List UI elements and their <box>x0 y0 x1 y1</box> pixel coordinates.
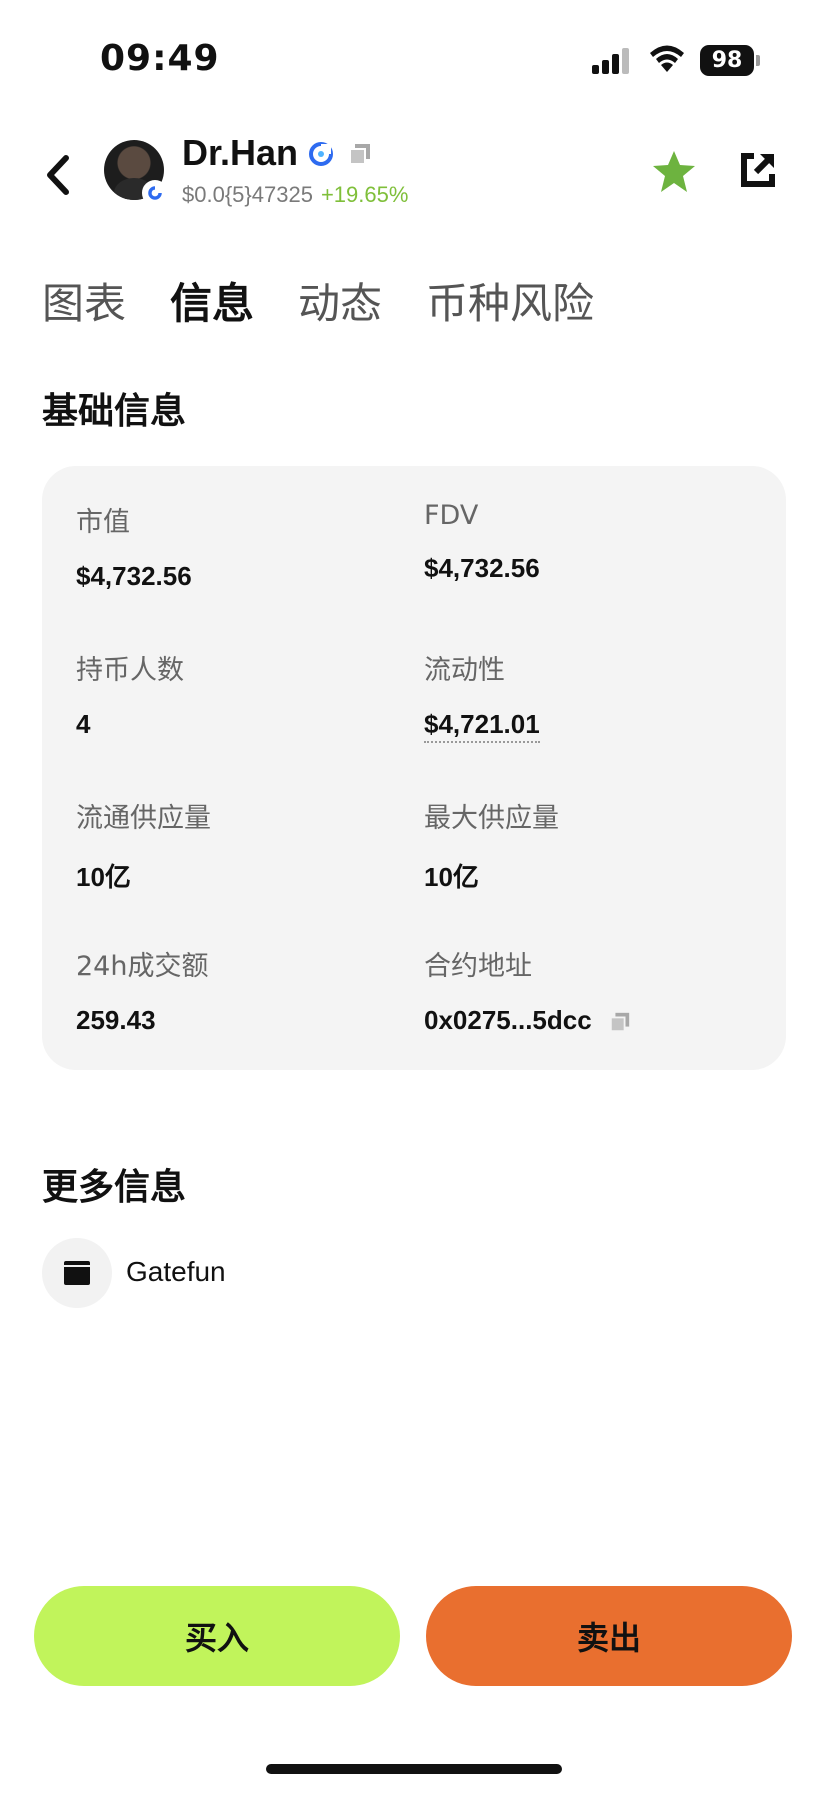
chain-badge-icon <box>142 180 168 206</box>
max-supply-cell: 最大供应量 10亿 <box>424 796 559 894</box>
max-supply-value: 10亿 <box>424 862 479 892</box>
token-header: Dr.Han $0.0{5}47325 +19.65% <box>0 120 828 230</box>
circulating-supply-label: 流通供应量 <box>76 803 211 834</box>
cellular-signal-icon <box>592 48 629 74</box>
market-cap-value: $4,732.56 <box>76 561 192 591</box>
favorite-star-button[interactable] <box>650 148 698 196</box>
more-info-title: 更多信息 <box>42 1167 187 1208</box>
website-icon-wrap <box>42 1238 112 1308</box>
volume-24h-label: 24h成交额 <box>76 951 209 982</box>
copy-icon[interactable] <box>348 142 372 166</box>
basic-info-title: 基础信息 <box>42 391 187 432</box>
market-cap-label: 市值 <box>76 507 130 538</box>
liquidity-cell: 流动性 $4,721.01 <box>424 648 540 743</box>
holders-label: 持币人数 <box>76 655 184 686</box>
back-button[interactable] <box>38 150 82 200</box>
max-supply-label: 最大供应量 <box>424 803 559 834</box>
token-avatar <box>104 140 170 206</box>
holders-value: 4 <box>76 709 91 739</box>
wifi-icon <box>650 45 684 72</box>
share-button[interactable] <box>738 150 778 190</box>
price-change: +19.65% <box>320 182 409 207</box>
contract-address-label: 合约地址 <box>424 951 532 982</box>
contract-address-value: 0x0275...5dcc <box>424 1005 592 1035</box>
token-price: $0.0{5}47325 <box>182 182 313 207</box>
market-cap-cell: 市值 $4,732.56 <box>76 500 192 592</box>
circulating-supply-cell: 流通供应量 10亿 <box>76 796 211 894</box>
fdv-cell: FDV $4,732.56 <box>424 500 540 584</box>
liquidity-label: 流动性 <box>424 655 505 686</box>
verified-badge-icon <box>309 142 333 166</box>
tab-info[interactable]: 信息 <box>170 270 254 331</box>
volume-24h-cell: 24h成交额 259.43 <box>76 944 208 1036</box>
fdv-value: $4,732.56 <box>424 553 540 583</box>
token-name: Dr.Han <box>182 132 299 173</box>
battery-cap <box>756 55 760 66</box>
volume-24h-value: 259.43 <box>76 1005 156 1035</box>
more-info-label: Gatefun <box>126 1256 226 1287</box>
status-time: 09:49 <box>100 38 220 79</box>
home-indicator <box>266 1764 562 1774</box>
basic-info-card: 市值 $4,732.56 FDV $4,732.56 持币人数 4 流动性 $4… <box>42 466 786 1070</box>
liquidity-value[interactable]: $4,721.01 <box>424 709 540 743</box>
tab-activity[interactable]: 动态 <box>298 270 382 331</box>
website-icon <box>64 1261 90 1285</box>
price-line: $0.0{5}47325 +19.65% <box>182 182 408 208</box>
tab-token-risk[interactable]: 币种风险 <box>426 270 594 331</box>
sell-button[interactable]: 卖出 <box>426 1586 792 1686</box>
circulating-supply-value: 10亿 <box>76 862 131 892</box>
battery-indicator: 98 <box>700 45 754 76</box>
fdv-label: FDV <box>424 500 479 531</box>
contract-address-cell: 合约地址 0x0275...5dcc <box>424 944 631 1036</box>
holders-cell: 持币人数 4 <box>76 648 184 740</box>
status-bar: 09:49 98 <box>0 0 828 120</box>
copy-address-icon[interactable] <box>609 1011 631 1033</box>
buy-button[interactable]: 买入 <box>34 1586 400 1686</box>
tab-chart[interactable]: 图表 <box>42 270 126 331</box>
